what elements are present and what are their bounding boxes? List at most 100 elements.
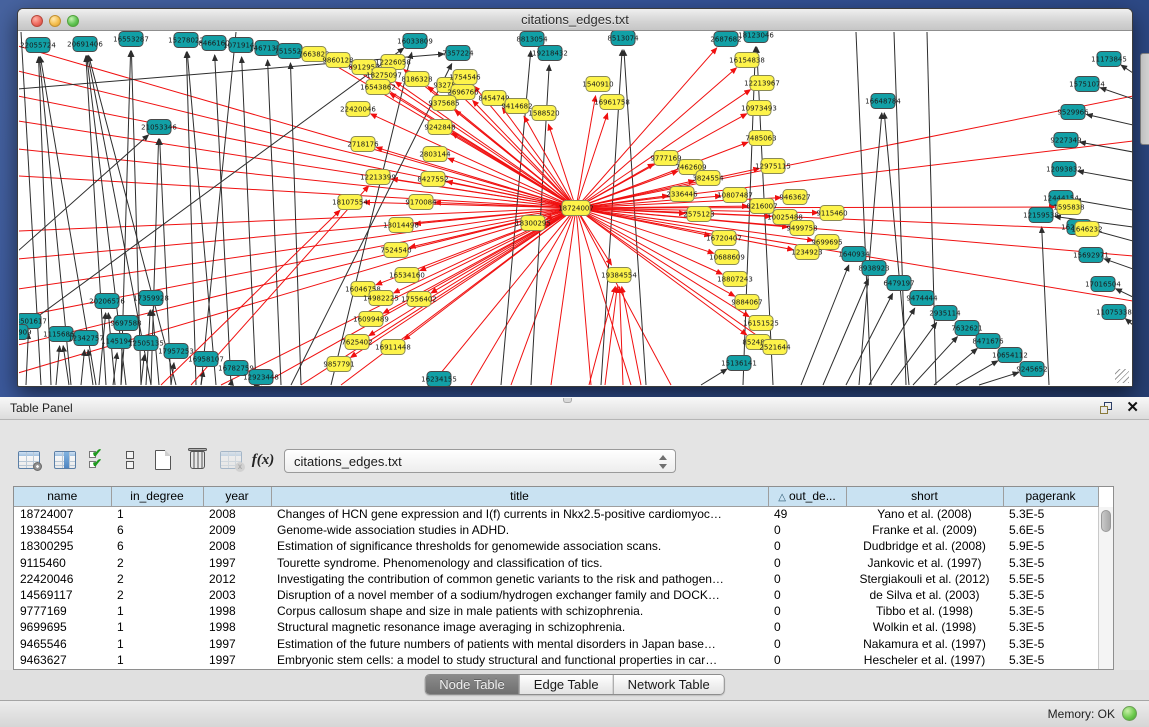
graph-node[interactable]: 10688609 xyxy=(709,250,745,265)
graph-node[interactable]: 8427552 xyxy=(417,172,448,187)
table-cell[interactable]: 0 xyxy=(768,555,846,571)
scrollbar-thumb[interactable] xyxy=(1101,510,1111,532)
tab-edge-table[interactable]: Edge Table xyxy=(519,675,613,694)
table-cell[interactable]: 5.3E-5 xyxy=(1003,636,1098,652)
graph-node[interactable]: 9857791 xyxy=(323,357,354,372)
table-cell[interactable]: 0 xyxy=(768,636,846,652)
table-cell[interactable]: 5.3E-5 xyxy=(1003,603,1098,619)
combobox-stepper-icon[interactable] xyxy=(657,454,667,470)
table-cell[interactable]: 5.3E-5 xyxy=(1003,652,1098,668)
table-cell[interactable]: Investigating the contribution of common… xyxy=(271,571,768,587)
graph-node[interactable]: 7357224 xyxy=(442,46,474,61)
graph-node[interactable]: 8471676 xyxy=(972,334,1004,349)
graph-node[interactable]: 20691406 xyxy=(67,37,103,52)
table-cell[interactable]: 9115460 xyxy=(14,555,111,571)
table-cell[interactable]: 5.3E-5 xyxy=(1003,587,1098,603)
window-resize-grip[interactable] xyxy=(1115,369,1129,383)
table-cell[interactable]: 1 xyxy=(111,603,203,619)
table-cell[interactable]: Dudbridge et al. (2008) xyxy=(846,538,1003,554)
table-cell[interactable]: 2009 xyxy=(203,522,271,538)
graph-node[interactable]: 12213967 xyxy=(744,76,780,91)
delete-column-button[interactable] xyxy=(182,446,212,474)
graph-node[interactable]: 13014498 xyxy=(383,218,419,233)
graph-node[interactable]: 16154838 xyxy=(729,53,765,68)
table-cell[interactable]: 2008 xyxy=(203,506,271,522)
graph-node[interactable]: 1588520 xyxy=(528,106,559,121)
table-row[interactable]: 2242004622012Investigating the contribut… xyxy=(14,571,1098,587)
window-titlebar[interactable]: citations_edges.txt xyxy=(18,9,1132,31)
memory-ok-indicator[interactable] xyxy=(1122,706,1137,721)
graph-node[interactable]: 10973493 xyxy=(741,101,777,116)
column-header-out_de[interactable]: △out_de... xyxy=(768,487,846,506)
table-cell[interactable]: 0 xyxy=(768,522,846,538)
column-header-year[interactable]: year xyxy=(203,487,271,506)
column-header-pagerank[interactable]: pagerank xyxy=(1003,487,1098,506)
graph-node[interactable]: 9499758 xyxy=(786,221,817,236)
table-cell[interactable]: 18300295 xyxy=(14,538,111,554)
graph-node[interactable]: 18123046 xyxy=(738,31,774,43)
graph-node[interactable]: 12213399 xyxy=(360,170,396,185)
select-rows-button[interactable]: ✔ ✔ xyxy=(84,446,114,474)
table-row[interactable]: 1830029562008Estimation of significance … xyxy=(14,538,1098,554)
graph-node[interactable]: 16151525 xyxy=(743,316,779,331)
table-cell[interactable]: 6 xyxy=(111,522,203,538)
graph-node[interactable]: 9375685 xyxy=(428,96,459,111)
table-cell[interactable]: 5.3E-5 xyxy=(1003,506,1098,522)
splitter-handle[interactable] xyxy=(563,398,572,403)
table-cell[interactable]: 18724007 xyxy=(14,506,111,522)
table-cell[interactable]: Tibbo et al. (1998) xyxy=(846,603,1003,619)
table-cell[interactable]: Changes of HCN gene expression and I(f) … xyxy=(271,506,768,522)
graph-node[interactable]: 16234155 xyxy=(421,372,457,387)
graph-node[interactable]: 7625402 xyxy=(341,335,372,350)
table-cell[interactable]: 0 xyxy=(768,603,846,619)
table-cell[interactable]: 1997 xyxy=(203,636,271,652)
table-cell[interactable]: 1 xyxy=(111,636,203,652)
table-cell[interactable]: 0 xyxy=(768,652,846,668)
graph-node[interactable]: 19218432 xyxy=(532,46,568,61)
table-cell[interactable]: 1 xyxy=(111,619,203,635)
graph-node[interactable]: 11075338 xyxy=(1096,305,1132,320)
table-cell[interactable]: 9463627 xyxy=(14,652,111,668)
graph-node[interactable]: 1234923 xyxy=(791,245,822,260)
graph-node[interactable]: 7632621 xyxy=(951,321,982,336)
table-row[interactable]: 969969511998Structural magnetic resonanc… xyxy=(14,619,1098,635)
table-cell[interactable]: Yano et al. (2008) xyxy=(846,506,1003,522)
table-cell[interactable]: 2008 xyxy=(203,538,271,554)
graph-node[interactable]: 11173845 xyxy=(1091,52,1127,67)
table-cell[interactable]: 5.3E-5 xyxy=(1003,619,1098,635)
new-column-button[interactable] xyxy=(148,446,178,474)
close-panel-icon[interactable]: ✕ xyxy=(1126,399,1139,417)
column-visibility-button[interactable] xyxy=(50,446,80,474)
graph-node[interactable]: 1754546 xyxy=(449,70,481,85)
table-cell[interactable]: 9777169 xyxy=(14,603,111,619)
table-row[interactable]: 1456911722003Disruption of a novel membe… xyxy=(14,587,1098,603)
graph-node[interactable]: 2803144 xyxy=(419,147,451,162)
graph-hub-node[interactable]: 18724007 xyxy=(558,201,594,216)
graph-node[interactable]: 2687682 xyxy=(710,32,741,47)
table-cell[interactable]: 0 xyxy=(768,587,846,603)
table-cell[interactable]: Structural magnetic resonance image aver… xyxy=(271,619,768,635)
table-cell[interactable]: Estimation of significance thresholds fo… xyxy=(271,538,768,554)
table-cell[interactable]: 5.6E-5 xyxy=(1003,522,1098,538)
graph-node[interactable]: 2718176 xyxy=(347,137,379,152)
table-cell[interactable]: 2003 xyxy=(203,587,271,603)
graph-node[interactable]: 2935114 xyxy=(929,306,961,321)
graph-node[interactable]: 10654112 xyxy=(992,348,1028,363)
table-cell[interactable]: 5.3E-5 xyxy=(1003,555,1098,571)
table-cell[interactable]: Hescheler et al. (1997) xyxy=(846,652,1003,668)
table-cell[interactable]: 5.9E-5 xyxy=(1003,538,1098,554)
table-cell[interactable]: 6 xyxy=(111,538,203,554)
graph-node[interactable]: 9245652 xyxy=(1016,362,1047,377)
graph-node[interactable]: 8216007 xyxy=(746,199,777,214)
function-builder-button[interactable]: f(x) xyxy=(248,446,278,474)
table-cell[interactable]: 0 xyxy=(768,619,846,635)
graph-node[interactable]: 16099489 xyxy=(353,312,389,327)
table-cell[interactable]: 1 xyxy=(111,652,203,668)
table-cell[interactable]: 49 xyxy=(768,506,846,522)
table-cell[interactable]: 9465546 xyxy=(14,636,111,652)
vertical-scrollbar[interactable] xyxy=(1098,507,1113,669)
graph-node[interactable]: 16961758 xyxy=(594,95,630,110)
table-cell[interactable]: 1998 xyxy=(203,619,271,635)
table-cell[interactable]: Estimation of the future numbers of pati… xyxy=(271,636,768,652)
table-settings-button[interactable] xyxy=(14,446,44,474)
